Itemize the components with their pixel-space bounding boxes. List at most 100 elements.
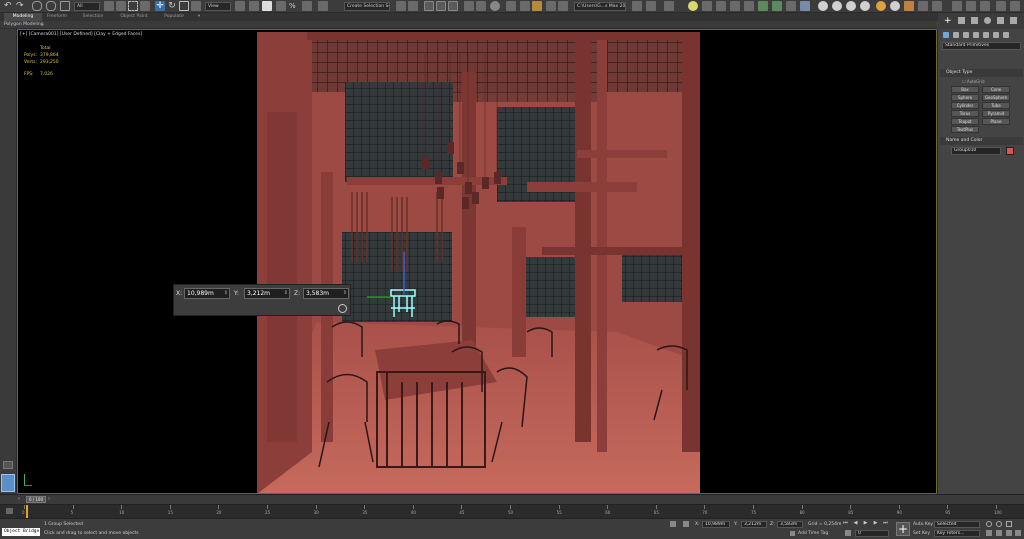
key-filters-button[interactable]: Key Filters...: [934, 530, 980, 537]
absolute-mode-icon[interactable]: [683, 521, 689, 527]
tab-freeform[interactable]: Freeform: [42, 13, 72, 21]
time-slider-thumb[interactable]: 0 / 100: [26, 496, 46, 503]
typein-y-field[interactable]: 3,212m ⇕: [244, 288, 290, 299]
teapot-button[interactable]: Teapot: [951, 118, 979, 125]
sun-icon[interactable]: [876, 1, 886, 11]
torus-button[interactable]: Torus: [951, 110, 979, 117]
angle-snap-icon[interactable]: [276, 1, 286, 11]
window-crossing-icon[interactable]: [140, 1, 150, 11]
particle-icon[interactable]: [744, 1, 754, 11]
ribbon-options-icon[interactable]: ▾: [194, 13, 204, 21]
next-frame-icon[interactable]: ▶: [872, 520, 879, 527]
lights-category-icon[interactable]: [963, 32, 969, 38]
time-slider[interactable]: 0 / 100 ‹ ›: [0, 494, 1024, 504]
edit-named-sel-icon[interactable]: [318, 1, 328, 11]
display-tab-icon[interactable]: [997, 17, 1004, 24]
terrain-icon[interactable]: [786, 1, 796, 11]
tab-selection[interactable]: Selection: [78, 13, 108, 21]
select-highlight-icon[interactable]: [262, 1, 272, 11]
maximize-viewport-icon[interactable]: [1015, 530, 1021, 536]
create-tab-icon[interactable]: +: [944, 17, 952, 26]
file-save-icon[interactable]: [646, 1, 656, 11]
cloud-icon[interactable]: [832, 1, 842, 11]
prev-frame-icon[interactable]: ◀: [852, 520, 859, 527]
placement-icon[interactable]: [191, 1, 201, 11]
render-cloud-icon[interactable]: [558, 1, 568, 11]
tab-object-paint[interactable]: Object Paint: [116, 13, 152, 21]
bind-space-warp-icon[interactable]: [60, 1, 70, 11]
spinner-icon[interactable]: ⇕: [343, 289, 347, 298]
file-open-icon[interactable]: [632, 1, 642, 11]
object-color-swatch[interactable]: [1006, 147, 1014, 155]
vfb-icon[interactable]: [918, 1, 928, 11]
selection-filter-dropdown[interactable]: All: [74, 2, 100, 11]
helpers-category-icon[interactable]: [983, 32, 989, 38]
selection-set-dropdown[interactable]: Create Selection Se: [344, 2, 390, 11]
plugin-icon[interactable]: [952, 1, 962, 11]
object-type-rollout[interactable]: Object Type: [940, 69, 1023, 77]
pivot-icon[interactable]: [235, 1, 245, 11]
name-color-rollout[interactable]: Name and Color: [940, 137, 1023, 145]
layer-explorer-icon[interactable]: [424, 1, 434, 11]
cameras-category-icon[interactable]: [973, 32, 979, 38]
plugin3-icon[interactable]: [980, 1, 990, 11]
go-to-end-icon[interactable]: ⏭: [882, 520, 889, 527]
set-key-button[interactable]: Set Key: [913, 531, 930, 536]
auto-key-button[interactable]: Auto Key: [913, 522, 933, 527]
asset-icon[interactable]: [932, 1, 942, 11]
plugin2-icon[interactable]: [966, 1, 976, 11]
proxy-icon[interactable]: [818, 1, 828, 11]
layout-active-icon[interactable]: [1, 474, 15, 492]
unlink-icon[interactable]: [46, 1, 56, 11]
typein-z-field[interactable]: 3,583m ⇕: [303, 288, 349, 299]
add-time-tag[interactable]: Add Time Tag: [798, 531, 828, 536]
box-button[interactable]: Box: [951, 86, 979, 93]
spinner-icon[interactable]: ⇕: [224, 289, 228, 298]
hierarchy-tab-icon[interactable]: [971, 17, 978, 24]
slider-next-icon[interactable]: ›: [48, 496, 50, 502]
spacewarps-category-icon[interactable]: [993, 32, 999, 38]
scene-explorer-icon[interactable]: [436, 1, 446, 11]
grass-icon[interactable]: [758, 1, 768, 11]
cylinder-button[interactable]: Cylinder: [951, 102, 979, 109]
zoom-icon[interactable]: [986, 521, 992, 527]
modify-tab-icon[interactable]: [958, 17, 965, 24]
viewport-label[interactable]: [+] [Camera001] [User Defined] [Clay + E…: [20, 32, 142, 37]
set-key-icon[interactable]: +: [896, 522, 910, 536]
scene-render[interactable]: [257, 32, 700, 494]
moon-icon[interactable]: [890, 1, 900, 11]
tree-icon[interactable]: [772, 1, 782, 11]
autogrid-checkbox[interactable]: ☐ AutoGrid: [962, 79, 985, 84]
settings-icon[interactable]: [996, 1, 1006, 11]
undo-icon[interactable]: ↶: [4, 1, 14, 11]
track-bar-filter-icon[interactable]: [6, 508, 13, 514]
snap-icon[interactable]: [249, 1, 259, 11]
pan-icon[interactable]: [996, 530, 1002, 536]
utilities-tab-icon[interactable]: [1010, 17, 1017, 24]
geosphere-button[interactable]: GeoSphere: [982, 94, 1010, 101]
zoom-all-icon[interactable]: [996, 521, 1002, 527]
spinner-snap-icon[interactable]: [302, 1, 312, 11]
auto-key-mode-dropdown[interactable]: Selected: [934, 521, 980, 528]
key-mode-icon[interactable]: [845, 530, 851, 536]
curve-editor-icon[interactable]: [464, 1, 474, 11]
status-x-field[interactable]: 10,989m: [702, 521, 730, 528]
tab-modeling[interactable]: Modeling: [4, 13, 42, 21]
rect-selection-icon[interactable]: [128, 1, 138, 11]
light-icon[interactable]: [688, 1, 698, 11]
render-iterative-icon[interactable]: [546, 1, 556, 11]
typein-options-icon[interactable]: [338, 304, 347, 313]
slider-prev-icon[interactable]: ‹: [18, 496, 20, 502]
geometry-category-icon[interactable]: [943, 32, 949, 38]
select-by-name-icon[interactable]: [116, 1, 126, 11]
select-object-icon[interactable]: [104, 1, 114, 11]
camera-icon[interactable]: [716, 1, 726, 11]
material-editor-icon[interactable]: [490, 1, 500, 11]
percent-snap-icon[interactable]: %: [289, 1, 299, 11]
status-y-field[interactable]: 3,212m: [741, 521, 767, 528]
systems-category-icon[interactable]: [1003, 32, 1009, 38]
viewport-layout-tab[interactable]: [0, 29, 17, 494]
render-icon[interactable]: [532, 1, 542, 11]
track-bar[interactable]: 0 5 10 15 20 25 30 35 40 45 50 55 60 65 70 75 80 85 90 95 10…: [0, 504, 1024, 518]
helper-icon[interactable]: [702, 1, 712, 11]
